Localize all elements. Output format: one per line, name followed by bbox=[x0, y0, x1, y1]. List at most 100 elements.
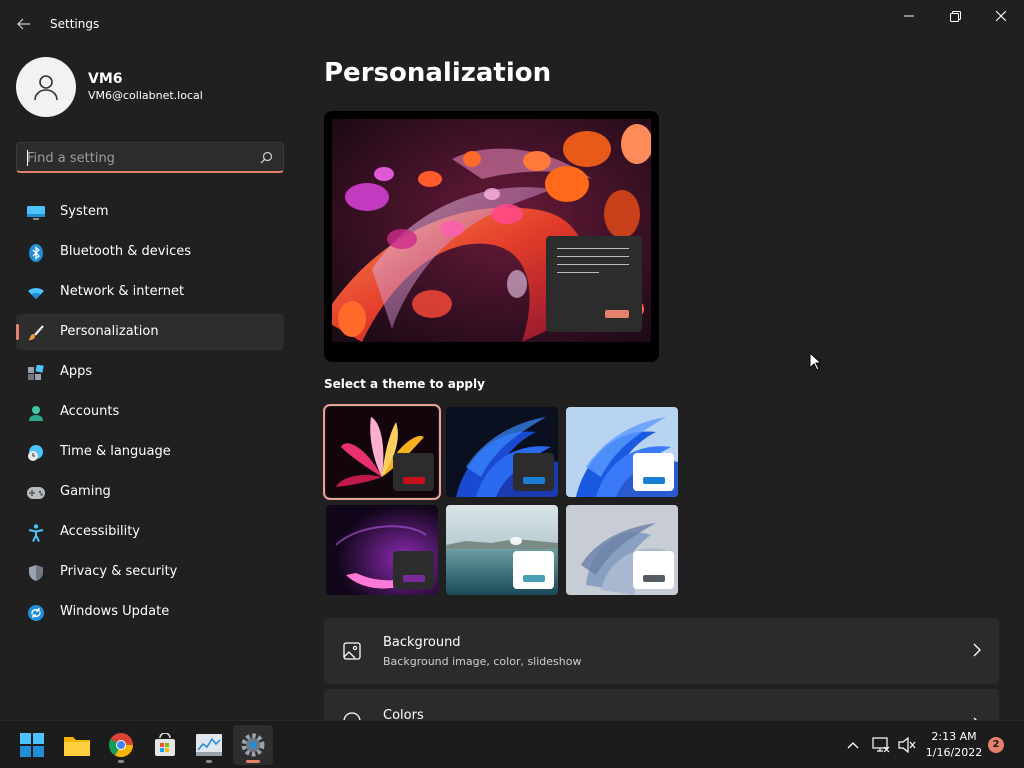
title-bar: Settings bbox=[0, 0, 1024, 48]
theme-accent-swatch bbox=[643, 477, 665, 484]
sidebar-item-personalization[interactable]: Personalization bbox=[16, 314, 284, 350]
sidebar-item-system[interactable]: System bbox=[16, 194, 284, 230]
taskbar-chrome[interactable] bbox=[101, 725, 141, 765]
monitor-icon bbox=[27, 204, 45, 222]
themes-section-label: Select a theme to apply bbox=[324, 377, 485, 391]
background-setting-card[interactable]: Background Background image, color, slid… bbox=[324, 618, 999, 684]
sidebar-item-privacy-security[interactable]: Privacy & security bbox=[16, 554, 284, 590]
preview-text-line bbox=[557, 248, 629, 249]
volume-button[interactable] bbox=[897, 735, 917, 755]
sidebar-item-bluetooth[interactable]: Bluetooth & devices bbox=[16, 234, 284, 270]
running-indicator bbox=[118, 760, 124, 763]
show-hidden-icons-button[interactable] bbox=[843, 735, 863, 755]
chrome-icon bbox=[109, 733, 133, 757]
minimize-icon bbox=[904, 15, 914, 17]
theme-accent-swatch bbox=[523, 575, 545, 582]
sidebar-item-label: Accounts bbox=[60, 404, 120, 419]
app-title: Settings bbox=[50, 17, 100, 31]
profile-email: VM6@collabnet.local bbox=[88, 89, 203, 102]
taskbar-store[interactable] bbox=[145, 725, 185, 765]
theme-bloom-dark[interactable] bbox=[446, 407, 558, 497]
search-input[interactable] bbox=[27, 149, 247, 167]
theme-sunrise-lake[interactable] bbox=[446, 505, 558, 595]
sidebar-item-label: Windows Update bbox=[60, 604, 170, 619]
close-button[interactable] bbox=[978, 4, 1024, 28]
active-indicator bbox=[246, 760, 260, 763]
clock-date: 1/16/2022 bbox=[925, 746, 983, 759]
image-icon bbox=[342, 641, 362, 661]
chevron-up-icon bbox=[847, 742, 859, 749]
shield-icon bbox=[27, 564, 45, 582]
mouse-cursor-icon bbox=[809, 352, 821, 371]
theme-flow-light[interactable] bbox=[566, 505, 678, 595]
profile-text: VM6 VM6@collabnet.local bbox=[88, 70, 203, 104]
sidebar-item-label: Personalization bbox=[60, 324, 159, 339]
globe-clock-icon bbox=[27, 444, 45, 462]
volume-muted-icon bbox=[898, 737, 916, 753]
theme-window-swatch bbox=[513, 551, 554, 589]
theme-preview bbox=[324, 111, 659, 362]
sidebar-item-label: Accessibility bbox=[60, 524, 140, 539]
sidebar-item-accessibility[interactable]: Accessibility bbox=[16, 514, 284, 550]
sidebar-item-label: Time & language bbox=[60, 444, 171, 459]
notification-badge[interactable]: 2 bbox=[988, 737, 1004, 753]
apps-icon bbox=[27, 364, 45, 382]
preview-window-mock bbox=[546, 236, 642, 332]
brush-icon bbox=[27, 324, 45, 342]
theme-accent-swatch bbox=[643, 575, 665, 582]
taskbar: 2:13 AM 1/16/2022 2 bbox=[0, 720, 1024, 768]
network-disconnected-icon bbox=[872, 737, 890, 753]
back-button[interactable] bbox=[12, 12, 36, 36]
sidebar-item-apps[interactable]: Apps bbox=[16, 354, 284, 390]
network-status-button[interactable] bbox=[871, 735, 891, 755]
sidebar-item-gaming[interactable]: Gaming bbox=[16, 474, 284, 510]
clock-time: 2:13 AM bbox=[931, 730, 977, 743]
person-icon bbox=[34, 75, 58, 101]
sidebar-item-label: Gaming bbox=[60, 484, 111, 499]
theme-window-swatch bbox=[633, 551, 674, 589]
theme-captured-motion[interactable] bbox=[326, 505, 438, 595]
chevron-right-icon bbox=[973, 643, 981, 657]
taskbar-file-explorer[interactable] bbox=[57, 725, 97, 765]
sidebar-item-accounts[interactable]: Accounts bbox=[16, 394, 284, 430]
preview-text-line bbox=[557, 264, 629, 265]
theme-accent-swatch bbox=[403, 575, 425, 582]
page-title: Personalization bbox=[324, 58, 552, 88]
gear-icon bbox=[241, 733, 265, 757]
sidebar-item-windows-update[interactable]: Windows Update bbox=[16, 594, 284, 630]
start-button[interactable] bbox=[12, 725, 52, 765]
search-icon[interactable] bbox=[260, 151, 273, 164]
card-subtitle: Background image, color, slideshow bbox=[383, 655, 582, 668]
person-icon bbox=[27, 404, 45, 422]
theme-accent-swatch bbox=[523, 477, 545, 484]
theme-accent-swatch bbox=[403, 477, 425, 484]
accessibility-icon bbox=[27, 524, 45, 542]
theme-glow-dark[interactable] bbox=[323, 404, 441, 500]
sidebar-item-label: Apps bbox=[60, 364, 93, 379]
taskbar-performance-monitor[interactable] bbox=[189, 725, 229, 765]
sidebar-item-network[interactable]: Network & internet bbox=[16, 274, 284, 310]
preview-text-line bbox=[557, 256, 629, 257]
theme-window-swatch bbox=[633, 453, 674, 491]
profile-name: VM6 bbox=[88, 71, 123, 87]
windows-logo-icon bbox=[20, 733, 44, 757]
sidebar-nav: System Bluetooth & devices Network & int… bbox=[16, 194, 284, 634]
theme-window-swatch bbox=[513, 453, 554, 491]
search-box[interactable] bbox=[16, 142, 284, 173]
user-profile[interactable]: VM6 VM6@collabnet.local bbox=[16, 56, 203, 118]
sidebar-item-label: Network & internet bbox=[60, 284, 185, 299]
wifi-icon bbox=[27, 284, 45, 302]
sidebar-item-time-language[interactable]: Time & language bbox=[16, 434, 284, 470]
colors-setting-card[interactable]: Colors bbox=[324, 689, 999, 731]
theme-bloom-light[interactable] bbox=[566, 407, 678, 497]
restore-button[interactable] bbox=[932, 4, 978, 28]
minimize-button[interactable] bbox=[886, 4, 932, 28]
taskbar-clock[interactable]: 2:13 AM 1/16/2022 bbox=[918, 729, 990, 761]
running-indicator bbox=[206, 760, 212, 763]
sidebar-item-label: Privacy & security bbox=[60, 564, 178, 579]
taskbar-settings[interactable] bbox=[233, 725, 273, 765]
theme-grid bbox=[323, 404, 680, 597]
sidebar-item-label: Bluetooth & devices bbox=[60, 244, 191, 259]
card-title: Background bbox=[383, 635, 461, 650]
close-icon bbox=[996, 11, 1006, 21]
